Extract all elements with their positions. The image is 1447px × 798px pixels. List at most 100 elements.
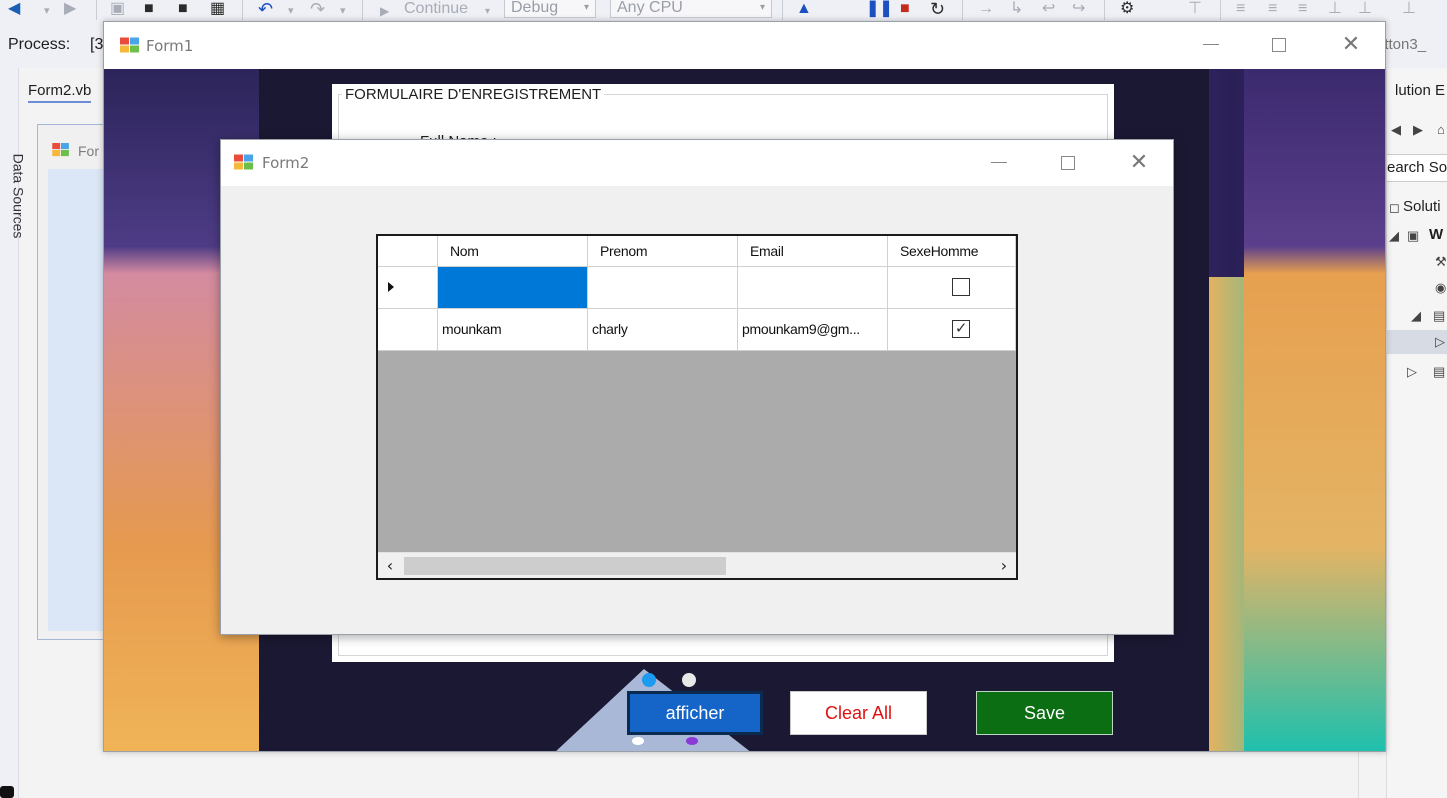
close-button[interactable]: ✕ [1106,140,1172,187]
redo-icon[interactable]: ↷ [310,0,325,22]
row-header[interactable] [378,267,438,309]
designer-form-title: For [78,143,99,159]
breakpoint-tools-icon[interactable]: ⚙ [1120,0,1134,22]
horizontal-scrollbar[interactable]: ‹ › [378,552,1016,578]
continue-label[interactable]: Continue [404,0,468,22]
expanded-triangle-icon[interactable]: ◢ [1389,228,1399,244]
row-header[interactable] [378,309,438,351]
navigate-forward-icon[interactable]: ▶ [64,0,76,22]
minimize-button[interactable] [1178,22,1244,69]
align-center-icon[interactable]: ≡ [1268,0,1277,22]
column-header-email[interactable]: Email [738,236,888,267]
maximize-button[interactable] [1035,140,1101,187]
form-file-icon[interactable]: ▤ [1433,364,1445,380]
properties-wrench-icon[interactable]: ⚒ [1435,254,1447,270]
cell-prenom[interactable]: charly [588,309,738,351]
home-icon[interactable]: ⌂ [1437,122,1445,137]
undo-icon[interactable]: ↶ [258,0,273,22]
form2-title: Form2 [262,154,310,172]
references-icon[interactable]: ◉ [1435,280,1446,296]
cell-email[interactable] [738,267,888,309]
platform-value: Any CPU [617,0,683,16]
solution-icon: ◻ [1389,200,1400,215]
step-out-icon[interactable]: ↪ [1072,0,1085,22]
collapsed-triangle-icon[interactable]: ▷ [1407,364,1417,380]
configuration-value: Debug [511,0,559,16]
document-tab-form2[interactable]: Form2.vb [28,82,92,103]
navigate-back-icon[interactable]: ◀ [8,0,20,22]
expanded-triangle-icon[interactable]: ◢ [1411,308,1421,324]
forward-icon[interactable]: ▶ [1413,122,1423,138]
app-icon [686,737,698,745]
column-header-sexehomme[interactable]: SexeHomme [888,236,1016,267]
cell-nom[interactable]: mounkam [438,309,588,351]
table-row[interactable]: mounkam charly pmounkam9@gm... ✓ [378,309,1016,351]
restart-icon[interactable]: ↻ [930,0,945,22]
redo-dropdown-icon[interactable]: ▾ [340,2,346,22]
afficher-button[interactable]: afficher [627,691,763,735]
pause-icon[interactable]: ❚❚ [866,0,893,22]
align-bottom-icon[interactable]: ⊥ [1402,0,1416,22]
stop-icon[interactable]: ■ [900,0,910,22]
table-row[interactable] [378,267,1016,309]
attach-icon[interactable]: ▲ [796,0,812,22]
collapsed-triangle-icon[interactable]: ▷ [1435,334,1445,350]
data-sources-tab[interactable]: Data Sources [10,154,26,239]
save-icon[interactable]: ■ [178,0,188,22]
save-all-icon[interactable]: ▦ [210,0,225,22]
configuration-combo[interactable]: Debug ▾ [504,0,596,18]
scroll-left-icon[interactable]: ‹ [378,553,402,578]
close-button[interactable]: ✕ [1318,22,1384,69]
column-header-nom[interactable]: Nom [438,236,588,267]
scrollbar-thumb[interactable] [404,557,726,575]
align-right-icon[interactable]: ≡ [1298,0,1307,22]
vb-project-icon: ▣ [1407,228,1420,243]
maximize-button[interactable] [1246,22,1312,69]
new-project-icon[interactable]: ▣ [110,0,125,22]
cell-sexehomme[interactable]: ✓ [888,309,1016,351]
step-over-icon[interactable]: ↩ [1042,0,1055,22]
form2-titlebar[interactable]: Form2 ✕ [221,140,1173,186]
align-left-icon[interactable]: ≡ [1236,0,1245,22]
platform-combo[interactable]: Any CPU ▾ [610,0,772,18]
close-icon: ✕ [1129,150,1149,175]
cell-email[interactable]: pmounkam9@gm... [738,309,888,351]
cell-sexehomme[interactable] [888,267,1016,309]
form-file-icon[interactable]: ▤ [1433,308,1445,324]
process-combo[interactable]: [3 [90,36,103,54]
solution-search-placeholder: earch So [1387,159,1447,176]
open-file-icon[interactable]: ■ [144,0,154,22]
sexehomme-checkbox[interactable]: ✓ [952,320,970,338]
align-middle-icon[interactable]: ⊥ [1358,0,1372,22]
minimize-button[interactable] [966,140,1032,187]
solution-explorer: lution E ◀ ▶ ⌂ earch So ◻ Soluti ◢ ▣ W ⚒… [1386,68,1447,798]
top-left-header-cell[interactable] [378,236,438,267]
selected-tree-item[interactable]: ▷ [1387,330,1447,354]
back-icon[interactable]: ◀ [1391,122,1401,138]
align-icon[interactable]: ⊤ [1188,0,1202,22]
form1-titlebar[interactable]: Form1 ✕ [104,22,1385,69]
form1-title: Form1 [146,37,194,55]
clear-all-button[interactable]: Clear All [790,691,927,735]
data-grid-view[interactable]: Nom Prenom Email SexeHomme mounkam charl… [376,234,1018,580]
form-app-icon [234,154,253,170]
column-header-prenom[interactable]: Prenom [588,236,738,267]
groupbox-title: FORMULAIRE D'ENREGISTREMENT [342,86,605,103]
solution-node[interactable]: Soluti [1403,198,1441,215]
continue-dropdown-icon[interactable]: ▾ [485,3,490,22]
sexehomme-checkbox[interactable] [952,278,970,296]
cell-nom[interactable] [438,267,588,309]
dropdown-arrow-icon[interactable]: ▾ [44,2,50,22]
corner-icon [0,786,14,798]
undo-dropdown-icon[interactable]: ▾ [288,2,294,22]
scroll-right-icon[interactable]: › [992,553,1016,578]
align-top-icon[interactable]: ⊥ [1328,0,1342,22]
process-label: Process: [8,36,71,53]
continue-play-icon[interactable]: ▶ [380,2,389,22]
step-into-icon[interactable]: ↳ [1010,0,1023,22]
show-next-statement-icon[interactable]: → [978,0,994,22]
project-node[interactable]: W [1429,226,1443,243]
save-button[interactable]: Save [976,691,1113,735]
solution-search-input[interactable]: earch So [1387,154,1447,182]
cell-prenom[interactable] [588,267,738,309]
